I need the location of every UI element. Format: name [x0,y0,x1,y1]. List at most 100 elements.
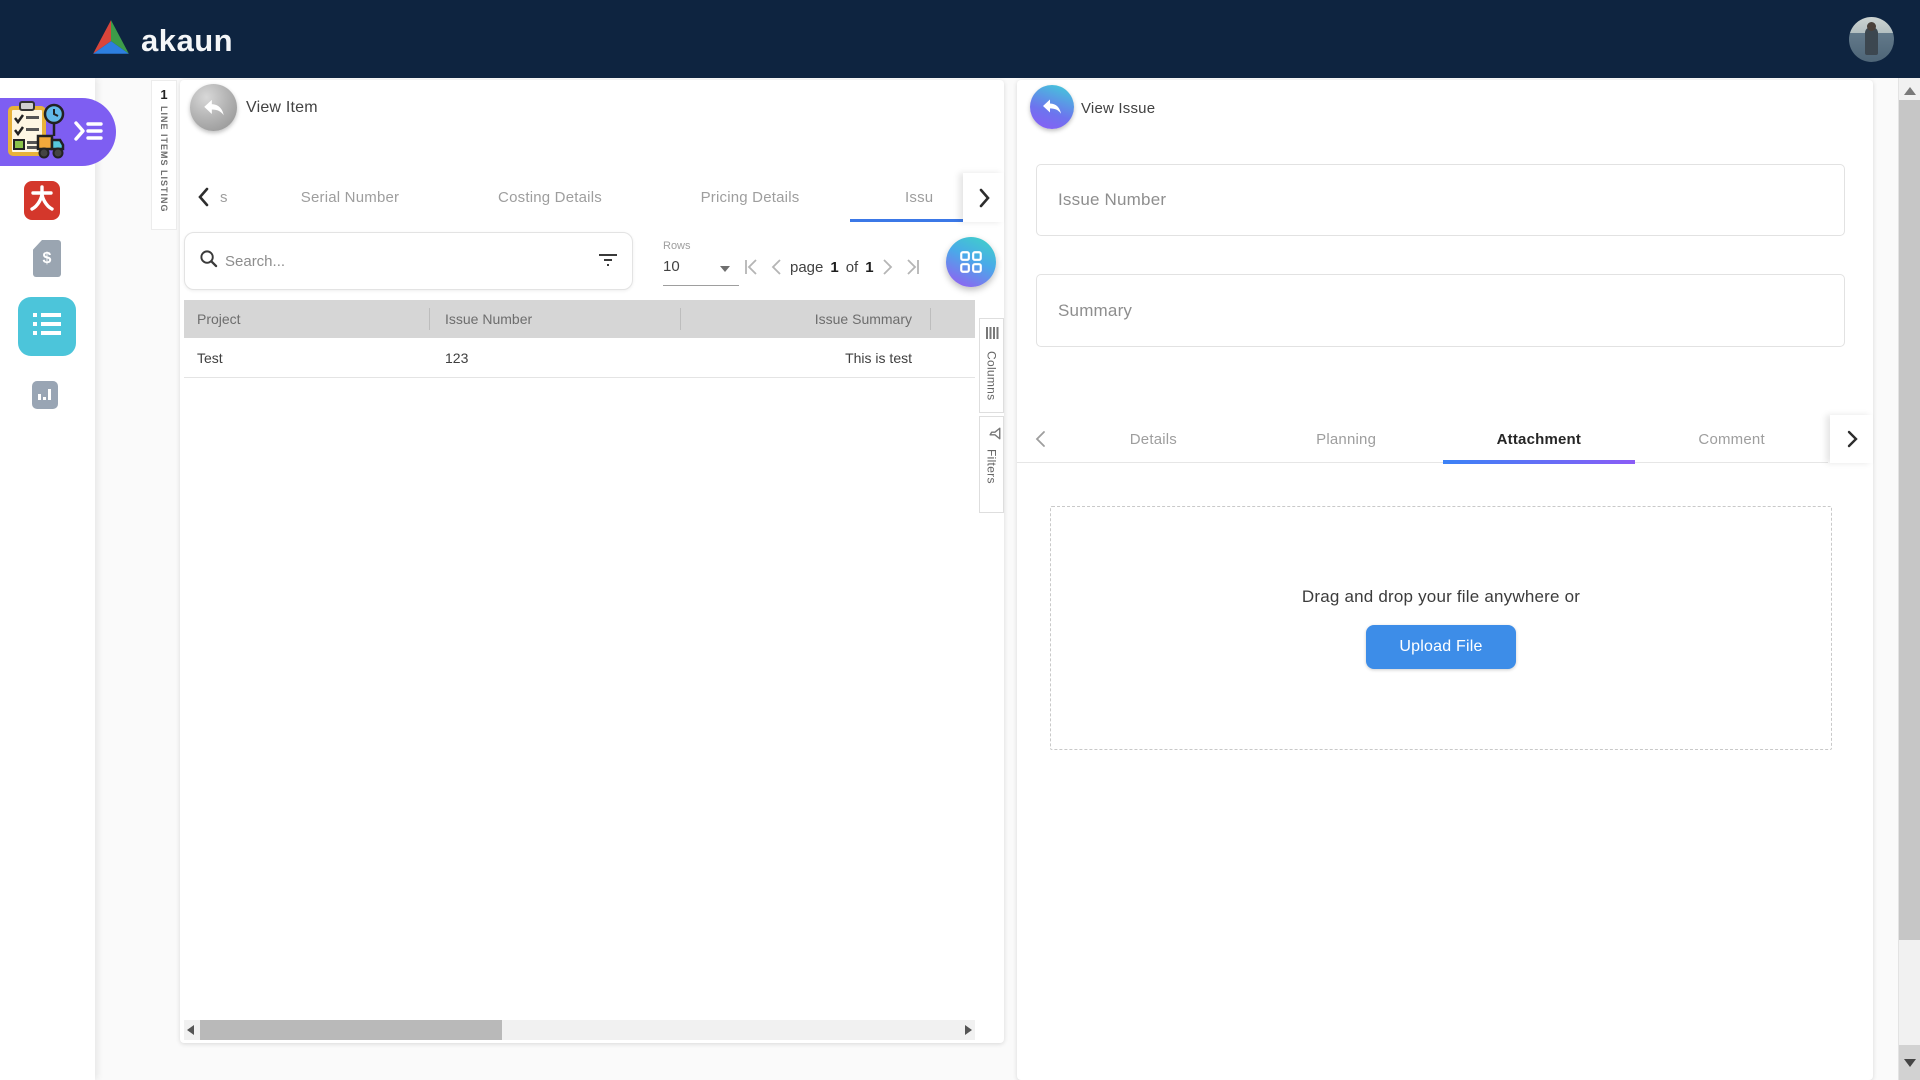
issue-tabbar: Details Planning Attachment Comment [1017,415,1828,463]
issue-number-label: Issue Number [1058,190,1166,210]
panel-title: View Item [246,99,318,117]
summary-label: Summary [1058,301,1132,321]
view-item-panel: View Item s Serial Number Costing Detail… [180,80,1004,1043]
line-items-label: LINE ITEMS LISTING [159,106,169,213]
filters-label: Filters [985,449,999,484]
chevron-down-icon [720,266,730,272]
issue-number-field[interactable]: Issue Number [1036,164,1845,236]
table-header-row: Project Issue Number Issue Summary [184,300,975,338]
reply-arrow-icon [201,95,227,121]
tab-costing-details[interactable]: Costing Details [450,173,650,222]
last-page-icon[interactable] [902,258,922,276]
dai-character-icon [29,184,55,217]
dollar-sim-icon: $ [43,250,52,268]
rows-per-page-select[interactable]: Rows 10 [663,240,739,290]
filter-list-icon[interactable] [598,250,618,273]
sidebar-item-reports-app[interactable] [32,381,58,409]
vertical-scroll-thumb[interactable] [1899,100,1920,940]
tab-attachment[interactable]: Attachment [1443,415,1636,463]
previous-page-icon[interactable] [769,258,783,276]
avatar-head [1867,22,1876,31]
column-divider [429,308,430,330]
next-page-icon[interactable] [881,258,895,276]
issues-table: Project Issue Number Issue Summary Test … [184,300,975,378]
columns-label: Columns [985,351,999,400]
table-row[interactable]: Test 123 This is test [184,338,975,378]
tab-partial[interactable]: s [210,173,250,222]
pagination: page 1 of 1 [742,258,922,276]
sidebar-item-listing-app-active[interactable] [18,297,76,356]
clipboard-truck-icon [6,100,68,169]
list-icon [31,311,63,342]
filters-side-button[interactable]: Filters [979,416,1004,513]
view-issue-panel: View Issue Issue Number Summary Details … [1017,80,1873,1080]
filter-funnel-icon [982,427,1001,441]
tabs-scroll-right-icon[interactable] [1830,415,1873,463]
scroll-right-arrow-icon[interactable] [965,1025,972,1035]
horizontal-scrollbar[interactable] [184,1020,975,1040]
tab-serial-number[interactable]: Serial Number [250,173,450,222]
dropzone-text: Drag and drop your file anywhere or [1302,587,1580,607]
sidebar-item-red-app[interactable] [24,181,60,220]
tabs-scroll-area: s Serial Number Costing Details Pricing … [210,173,963,222]
brand-logo[interactable]: akaun [90,17,233,64]
user-avatar[interactable] [1849,17,1894,62]
page-word: page [790,259,823,276]
tab-comment[interactable]: Comment [1635,415,1828,463]
reply-arrow-icon [1040,95,1064,119]
rows-label: Rows [663,240,739,252]
tab-issues[interactable]: Issu [850,173,963,222]
back-button[interactable] [1030,85,1074,129]
tabs-scroll-right-icon[interactable] [963,173,1004,222]
of-word: of [846,259,859,276]
search-box [184,232,633,290]
horizontal-scroll-thumb[interactable] [200,1020,502,1040]
sidebar-item-line-items-active[interactable] [0,98,116,166]
expand-menu-icon [73,118,103,149]
scroll-left-arrow-icon[interactable] [187,1025,194,1035]
cell-issue-summary: This is test [680,338,930,377]
column-divider [680,308,681,330]
current-page: 1 [830,259,838,276]
panel-title: View Issue [1081,100,1155,117]
scroll-down-arrow-icon [1904,1059,1916,1067]
vertical-scrollbar[interactable] [1898,78,1920,1080]
cell-issue-number: 123 [429,338,680,377]
columns-bars-icon [985,326,999,345]
application-window: akaun [0,0,1920,1080]
column-header-issue-summary[interactable]: Issue Summary [680,300,930,338]
search-input[interactable] [225,253,598,270]
column-divider [930,308,931,330]
brand-name: akaun [141,23,233,59]
line-items-count: 1 [160,87,167,102]
list-toolbar: Rows 10 page 1 of 1 [180,230,1004,294]
tabs-scroll-area: Details Planning Attachment Comment [1057,415,1828,463]
total-pages: 1 [865,259,873,276]
brand-triangle-icon [90,17,132,64]
line-items-listing-tab[interactable]: 1 LINE ITEMS LISTING [151,80,177,230]
top-navbar: akaun [0,0,1920,78]
file-dropzone[interactable]: Drag and drop your file anywhere or Uplo… [1050,506,1832,750]
tab-pricing-details[interactable]: Pricing Details [650,173,850,222]
tabs-scroll-left-icon[interactable] [1033,430,1047,453]
scroll-down-button[interactable] [1899,1045,1920,1080]
tab-planning[interactable]: Planning [1250,415,1443,463]
search-icon [199,249,218,273]
item-tabbar: s Serial Number Costing Details Pricing … [180,173,1004,222]
bar-chart-icon [37,385,53,406]
column-header-issue-number[interactable]: Issue Number [429,300,680,338]
cell-project: Test [184,338,429,377]
columns-side-button[interactable]: Columns [979,318,1004,413]
tab-details[interactable]: Details [1057,415,1250,463]
grid-view-button[interactable] [946,237,996,287]
first-page-icon[interactable] [742,258,762,276]
upload-file-button[interactable]: Upload File [1366,625,1516,669]
sidebar-item-sim-app[interactable]: $ [33,240,61,277]
rows-underline [663,285,739,286]
grid-icon [958,249,984,275]
scroll-up-arrow-icon[interactable] [1904,87,1916,95]
column-header-project[interactable]: Project [184,300,429,338]
app-sidebar [0,78,95,1080]
summary-field[interactable]: Summary [1036,274,1845,347]
back-button[interactable] [190,84,237,131]
